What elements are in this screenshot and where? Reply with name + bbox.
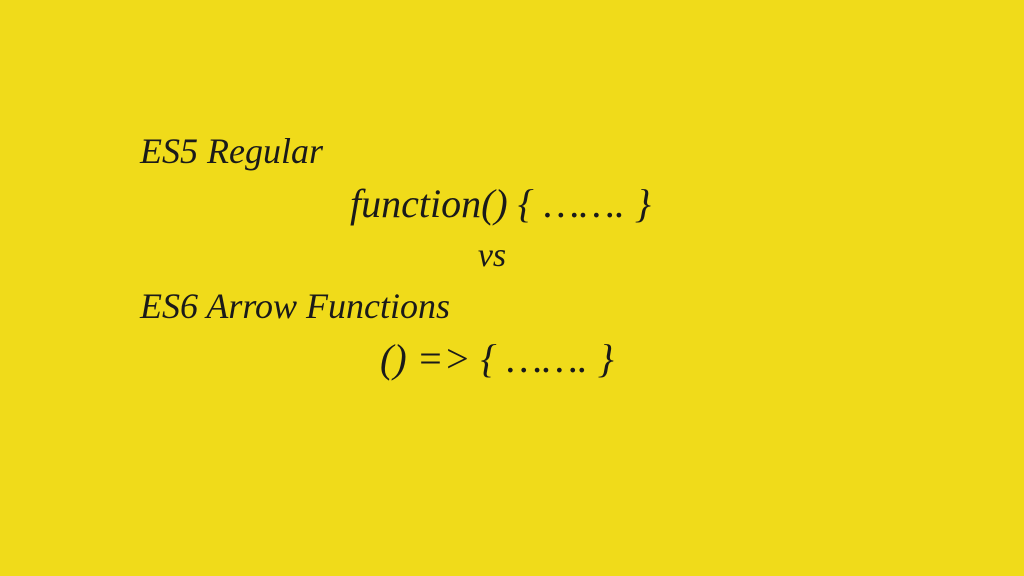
versus-text: vs [0,237,1024,275]
es6-title: ES6 Arrow Functions [140,285,1024,327]
es5-title: ES5 Regular [140,130,1024,172]
slide-content: ES5 Regular function() { ……. } vs ES6 Ar… [0,130,1024,382]
es5-syntax: function() { ……. } [350,180,1024,227]
es6-syntax: () => { ……. } [380,335,1024,382]
